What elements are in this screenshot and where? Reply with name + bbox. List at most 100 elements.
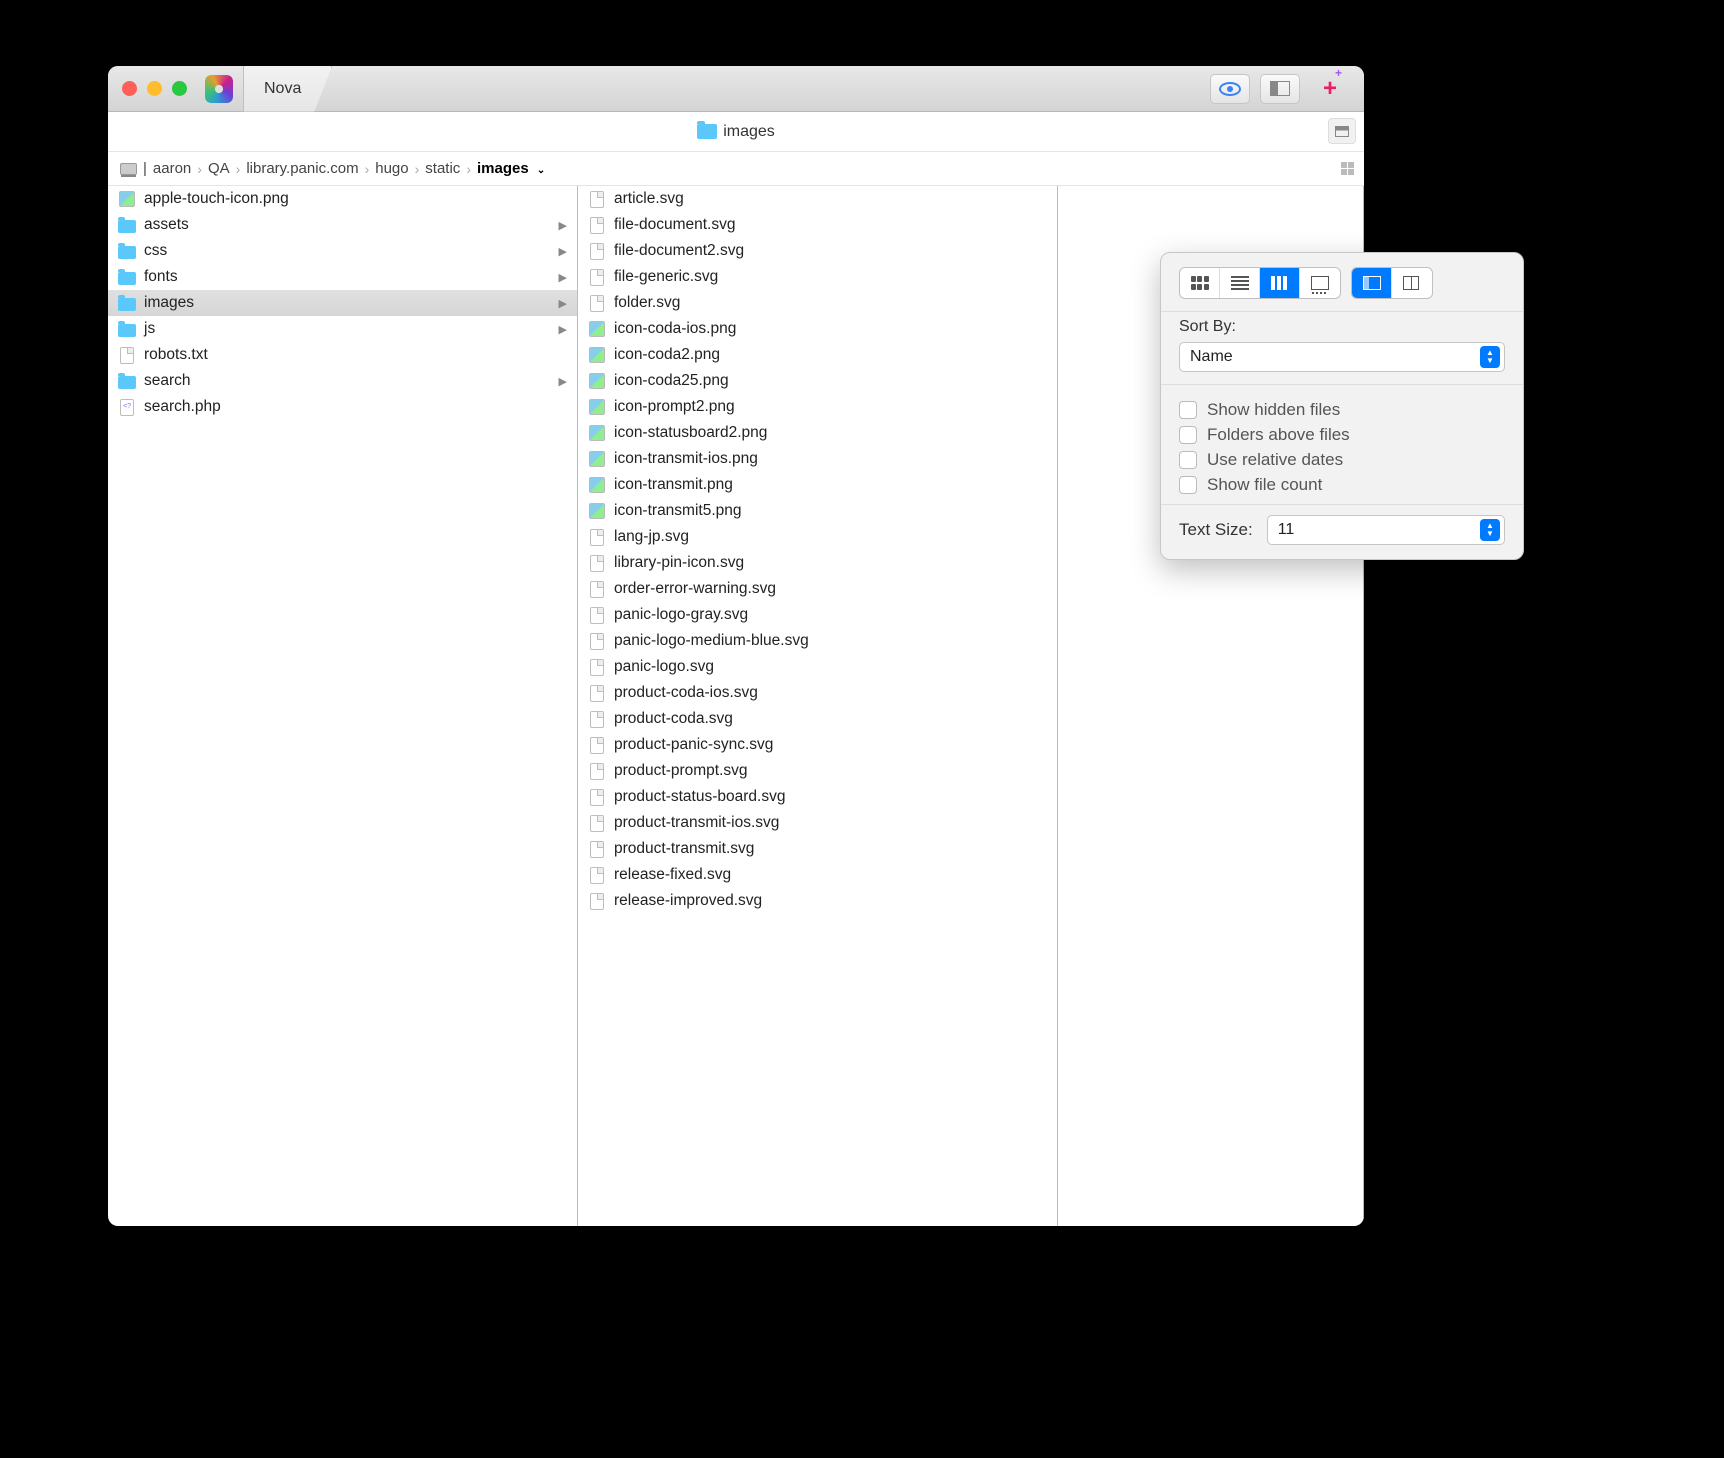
file-row[interactable]: search.php [108,394,577,420]
file-name: file-document.svg [614,216,735,234]
new-button[interactable]: + [1310,74,1350,104]
file-row[interactable]: release-improved.svg [578,888,1057,914]
file-row[interactable]: icon-statusboard2.png [578,420,1057,446]
text-size-select[interactable]: 11 ▲▼ [1267,515,1505,545]
check-show-hidden-files[interactable]: Show hidden files [1179,400,1505,420]
single-pane-button[interactable] [1352,268,1392,298]
file-row[interactable]: order-error-warning.svg [578,576,1057,602]
breadcrumb-item[interactable]: hugo [375,160,408,177]
file-icon [588,632,606,650]
zoom-window-button[interactable] [172,81,187,96]
file-row[interactable]: product-coda-ios.svg [578,680,1057,706]
file-row[interactable]: icon-coda2.png [578,342,1057,368]
preview-button[interactable] [1210,74,1250,104]
view-gallery-button[interactable] [1300,268,1340,298]
file-row[interactable]: file-document.svg [578,212,1057,238]
sort-by-select[interactable]: Name ▲▼ [1179,342,1505,372]
file-row[interactable]: product-transmit.svg [578,836,1057,862]
view-options-checks: Show hidden files Folders above files Us… [1161,385,1523,505]
check-folders-above-files[interactable]: Folders above files [1179,425,1505,445]
file-name: css [144,242,167,260]
view-options-button[interactable] [1341,162,1354,175]
file-name: search [144,372,191,390]
view-mode-segment [1179,267,1341,299]
file-icon [588,580,606,598]
file-row[interactable]: library-pin-icon.svg [578,550,1057,576]
file-row[interactable]: release-fixed.svg [578,862,1057,888]
file-icon [588,866,606,884]
file-row[interactable]: panic-logo-medium-blue.svg [578,628,1057,654]
file-icon [588,736,606,754]
file-name: robots.txt [144,346,208,364]
file-row[interactable]: js▶ [108,316,577,342]
file-row[interactable]: file-generic.svg [578,264,1057,290]
minimize-window-button[interactable] [147,81,162,96]
file-row[interactable]: panic-logo.svg [578,654,1057,680]
file-name: order-error-warning.svg [614,580,776,598]
breadcrumb-item[interactable]: aaron [153,160,191,177]
file-name: product-prompt.svg [614,762,748,780]
file-row[interactable]: icon-transmit.png [578,472,1057,498]
file-row[interactable]: article.svg [578,186,1057,212]
breadcrumb-item[interactable]: library.panic.com [246,160,358,177]
column-current: article.svg file-document.svg file-documen… [578,186,1058,1226]
checkbox-icon [1179,476,1197,494]
file-row[interactable]: product-status-board.svg [578,784,1057,810]
image-file-icon [588,502,606,520]
breadcrumb-item[interactable]: static [425,160,460,177]
text-size-value: 11 [1278,521,1295,539]
chevron-right-icon: ▶ [559,245,567,258]
close-window-button[interactable] [122,81,137,96]
breadcrumb-current[interactable]: images ⌄ [477,160,545,177]
php-file-icon [118,398,136,416]
check-use-relative-dates[interactable]: Use relative dates [1179,450,1505,470]
folder-icon [118,294,136,312]
file-row[interactable]: icon-transmit5.png [578,498,1057,524]
file-row[interactable]: assets▶ [108,212,577,238]
tab-nova[interactable]: Nova [243,66,332,112]
folder-icon [118,216,136,234]
file-name: lang-jp.svg [614,528,689,546]
image-file-icon [588,476,606,494]
file-row[interactable]: product-coda.svg [578,706,1057,732]
sort-by-value: Name [1190,348,1233,366]
file-row[interactable]: product-panic-sync.svg [578,732,1057,758]
file-row[interactable]: icon-coda-ios.png [578,316,1057,342]
file-row[interactable]: panic-logo-gray.svg [578,602,1057,628]
image-file-icon [588,450,606,468]
view-columns-button[interactable] [1260,268,1300,298]
file-name: panic-logo.svg [614,658,714,676]
file-icon [588,268,606,286]
file-row[interactable]: fonts▶ [108,264,577,290]
pathbar: images [108,112,1364,152]
file-row[interactable]: css ▶ [108,238,577,264]
file-row[interactable]: search▶ [108,368,577,394]
file-row[interactable]: robots.txt [108,342,577,368]
file-row[interactable]: file-document2.svg [578,238,1057,264]
view-icon-grid-button[interactable] [1180,268,1220,298]
file-row[interactable]: product-transmit-ios.svg [578,810,1057,836]
view-list-button[interactable] [1220,268,1260,298]
file-icon [588,788,606,806]
file-name: icon-prompt2.png [614,398,735,416]
file-row[interactable]: icon-prompt2.png [578,394,1057,420]
breadcrumb-item[interactable]: QA [208,160,230,177]
file-row[interactable]: icon-coda25.png [578,368,1057,394]
chevron-right-icon: ▶ [559,271,567,284]
file-row[interactable]: apple-touch-icon.png [108,186,577,212]
panel-toggle-button[interactable] [1260,74,1300,104]
image-file-icon [588,372,606,390]
file-icon [588,216,606,234]
dual-pane-button[interactable] [1392,268,1432,298]
file-row[interactable]: lang-jp.svg [578,524,1057,550]
check-show-file-count[interactable]: Show file count [1179,475,1505,495]
layout-toggle-button[interactable] [1328,118,1356,144]
file-row[interactable]: folder.svg [578,290,1057,316]
file-row[interactable]: images▶ [108,290,577,316]
layout-icon [1335,126,1349,137]
file-name: search.php [144,398,221,416]
file-name: icon-statusboard2.png [614,424,767,442]
file-row[interactable]: icon-transmit-ios.png [578,446,1057,472]
file-row[interactable]: product-prompt.svg [578,758,1057,784]
folder-icon [697,124,717,139]
